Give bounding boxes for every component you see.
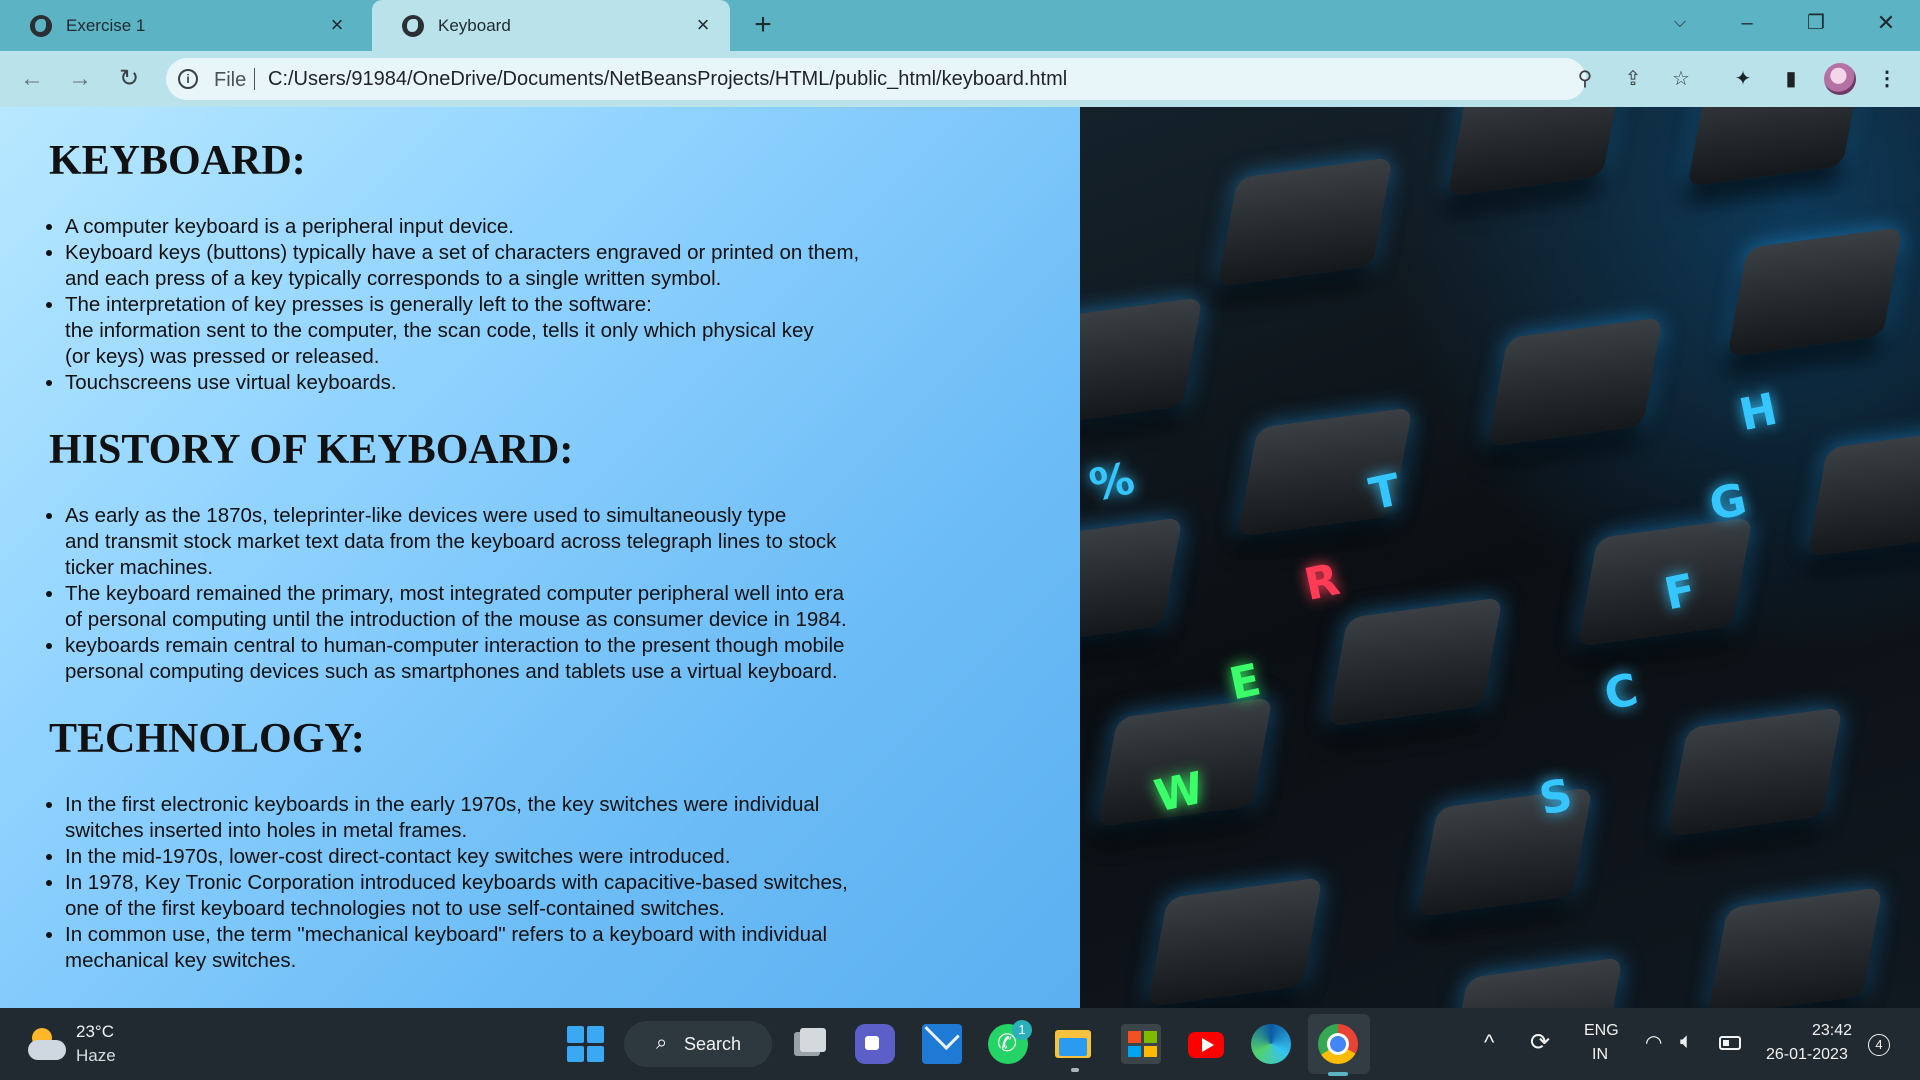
language-region[interactable]: IN [1592, 1046, 1608, 1064]
list-item: The keyboard remained the primary, most … [65, 581, 1025, 633]
battery-icon[interactable] [1719, 1036, 1741, 1050]
tab-exercise-1[interactable]: Exercise 1 × [0, 0, 364, 51]
key-legend: R [1300, 554, 1344, 611]
volume-icon[interactable]: 🔈︎ [1680, 1028, 1693, 1054]
key-shape [1080, 297, 1203, 427]
running-indicator [1328, 1072, 1348, 1076]
youtube-icon[interactable] [1186, 1024, 1226, 1064]
list-item: keyboards remain central to human-comput… [65, 633, 1025, 685]
divider [254, 68, 255, 90]
restore-icon[interactable]: ❐ [1796, 8, 1836, 38]
key-shape [1147, 877, 1323, 1007]
wifi-icon[interactable]: ◠ [1645, 1030, 1662, 1055]
tab-label: Exercise 1 [66, 15, 146, 35]
list-item: Keyboard keys (buttons) typically have a… [65, 240, 1025, 292]
notification-count[interactable]: 4 [1868, 1034, 1890, 1056]
task-view-icon[interactable] [790, 1024, 830, 1064]
file-explorer-icon[interactable] [1055, 1024, 1095, 1064]
mail-icon[interactable] [922, 1024, 962, 1064]
key-legend: W [1150, 762, 1209, 823]
list-item: In the mid-1970s, lower-cost direct-cont… [65, 844, 1025, 870]
weather-cloud-sun-icon[interactable] [28, 1028, 66, 1060]
extensions-puzzle-icon[interactable]: ✦ [1728, 64, 1758, 94]
windows-start-icon[interactable] [565, 1024, 605, 1064]
search-icon: ⌕ [656, 1032, 668, 1054]
close-tab-icon[interactable]: × [324, 12, 350, 38]
profile-avatar[interactable] [1824, 63, 1856, 95]
tab-label: Keyboard [438, 15, 511, 35]
clock-time[interactable]: 23:42 [1812, 1022, 1852, 1040]
list-item: In 1978, Key Tronic Corporation introduc… [65, 870, 1025, 922]
key-shape [1707, 887, 1883, 1008]
globe-icon [402, 14, 424, 37]
weather-temperature[interactable]: 23°C [76, 1022, 114, 1042]
chevron-up-icon[interactable]: ^ [1484, 1030, 1494, 1056]
chrome-icon[interactable] [1318, 1024, 1358, 1064]
page-background: KEYBOARD: A computer keyboard is a perip… [0, 107, 1080, 1008]
key-shape [1217, 157, 1393, 287]
key-shape [1667, 707, 1843, 837]
heading-technology: TECHNOLOGY: [49, 716, 365, 762]
close-tab-icon[interactable]: × [690, 12, 716, 38]
sync-icon[interactable]: ⟳ [1530, 1028, 1550, 1057]
search-label: Search [684, 1034, 742, 1054]
taskbar-search-button[interactable]: ⌕ Search [624, 1021, 772, 1067]
history-list: As early as the 1870s, teleprinter-like … [65, 503, 1025, 685]
kebab-menu-icon[interactable]: ⋮ [1872, 64, 1902, 94]
key-shape [1447, 957, 1623, 1008]
heading-keyboard: KEYBOARD: [49, 138, 306, 184]
weather-condition[interactable]: Haze [76, 1046, 116, 1066]
key-legend: H [1735, 383, 1782, 442]
clock-date[interactable]: 26-01-2023 [1766, 1046, 1848, 1064]
key-shape [1327, 597, 1503, 727]
windows-taskbar: 23°C Haze ⌕ Search 1 ^ ⟳ ENG IN ◠ 🔈︎ 23:… [0, 1008, 1920, 1080]
list-item: In common use, the term "mechanical keyb… [65, 922, 1025, 974]
address-bar[interactable]: i File C:/Users/91984/OneDrive/Documents… [166, 58, 1690, 100]
teams-chat-icon[interactable] [855, 1024, 895, 1064]
language-indicator[interactable]: ENG [1584, 1022, 1619, 1040]
star-icon[interactable]: ☆ [1668, 66, 1694, 92]
key-legend: % [1085, 452, 1139, 513]
back-arrow-icon[interactable]: ← [16, 63, 48, 95]
key-legend: C [1600, 664, 1643, 721]
list-item: The interpretation of key presses is gen… [65, 292, 1025, 370]
list-item: As early as the 1870s, teleprinter-like … [65, 503, 1025, 581]
page-viewport: KEYBOARD: A computer keyboard is a perip… [0, 107, 1920, 1008]
keyboard-image: % T H G R F E C S W [1080, 107, 1920, 1008]
url-text[interactable]: C:/Users/91984/OneDrive/Documents/NetBea… [268, 68, 1067, 91]
list-item: A computer keyboard is a peripheral inpu… [65, 214, 1025, 240]
tab-strip: Exercise 1 × Keyboard × + ⌵ – ❐ ✕ [0, 0, 1920, 51]
microsoft-store-icon[interactable] [1121, 1024, 1161, 1064]
tab-search-chevron-icon[interactable]: ⌵ [1660, 8, 1700, 38]
info-icon[interactable]: i [178, 69, 198, 89]
forward-arrow-icon[interactable]: → [64, 63, 96, 95]
tab-keyboard[interactable]: Keyboard × [372, 0, 730, 51]
heading-history: HISTORY OF KEYBOARD: [49, 427, 574, 473]
minimize-icon[interactable]: – [1727, 8, 1767, 38]
key-shape [1080, 517, 1183, 647]
side-panel-icon[interactable]: ▮ [1776, 64, 1806, 94]
key-shape [1487, 317, 1663, 447]
running-indicator [1071, 1068, 1079, 1072]
key-shape [1807, 427, 1920, 557]
key-shape [1727, 227, 1903, 357]
key-shape [1447, 107, 1623, 197]
globe-icon [30, 14, 52, 37]
scheme-label: File [214, 69, 247, 91]
reload-icon[interactable]: ↻ [113, 63, 145, 95]
list-item: Touchscreens use virtual keyboards. [65, 370, 1025, 396]
list-item: In the first electronic keyboards in the… [65, 792, 1025, 844]
technology-list: In the first electronic keyboards in the… [65, 792, 1025, 974]
plus-icon[interactable]: + [748, 10, 778, 40]
key-shape [1687, 107, 1863, 187]
share-icon[interactable]: ⇪ [1620, 66, 1646, 92]
browser-toolbar: ← → ↻ i File C:/Users/91984/OneDrive/Doc… [0, 51, 1920, 107]
whatsapp-badge: 1 [1012, 1020, 1032, 1040]
keyboard-list: A computer keyboard is a peripheral inpu… [65, 214, 1025, 396]
close-window-icon[interactable]: ✕ [1866, 8, 1906, 38]
edge-icon[interactable] [1251, 1024, 1291, 1064]
zoom-icon[interactable]: ⚲ [1572, 66, 1598, 92]
